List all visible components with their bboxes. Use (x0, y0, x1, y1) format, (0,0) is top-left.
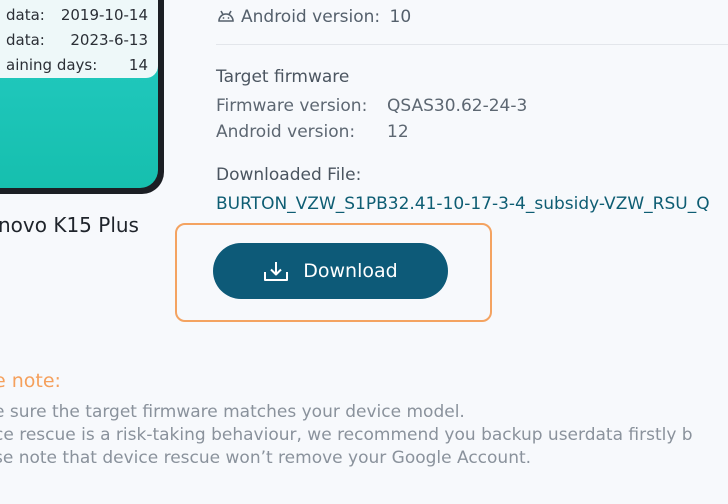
note-line: se note that device rescue won’t remove … (0, 448, 532, 468)
note-line: ce rescue is a risk-taking behaviour, we… (0, 425, 693, 445)
target-firmware-title: Target firmware (216, 67, 350, 87)
current-android-value: 10 (389, 7, 412, 27)
firmware-version-label: Firmware version: (216, 96, 368, 116)
device-rescue-panel: data: 2019-10-14 data: 2023-6-13 aining … (0, 0, 728, 504)
device-info-value: 14 (128, 56, 148, 74)
current-android-version: Android version: 10 (217, 7, 411, 27)
note-line: e sure the target firmware matches your … (0, 402, 465, 422)
device-info-value: 2023-6-13 (70, 31, 148, 49)
device-info-key: data: (6, 6, 45, 24)
device-info-row: data: 2023-6-13 (6, 31, 148, 51)
device-info-key: aining days: (6, 56, 98, 74)
device-info-row: data: 2019-10-14 (6, 6, 148, 26)
device-info-key: data: (6, 31, 45, 49)
firmware-version-row: Firmware version: QSAS30.62-24-3 (216, 96, 527, 116)
target-android-row: Android version: 12 (216, 122, 409, 142)
downloaded-file-label: Downloaded File: (216, 165, 362, 185)
section-divider (216, 44, 728, 45)
downloaded-file-name[interactable]: BURTON_VZW_S1PB32.41-10-17-3-4_subsidy-V… (216, 194, 710, 214)
device-info-card: data: 2019-10-14 data: 2023-6-13 aining … (0, 0, 158, 78)
download-button[interactable]: Download (213, 243, 448, 299)
firmware-version-value: QSAS30.62-24-3 (387, 96, 528, 116)
device-model-name: novo K15 Plus (0, 213, 139, 237)
device-info-value: 2019-10-14 (60, 6, 148, 24)
device-info-row: aining days: 14 (6, 56, 148, 76)
download-icon (263, 260, 289, 282)
target-android-label: Android version: (216, 122, 356, 142)
android-icon (217, 8, 235, 22)
note-title: e note: (0, 370, 61, 392)
phone-mockup: data: 2019-10-14 data: 2023-6-13 aining … (0, 0, 164, 194)
download-button-label: Download (303, 260, 398, 282)
target-android-value: 12 (387, 122, 409, 142)
phone-screen: data: 2019-10-14 data: 2023-6-13 aining … (0, 0, 158, 188)
current-android-label: Android version: (241, 7, 381, 27)
